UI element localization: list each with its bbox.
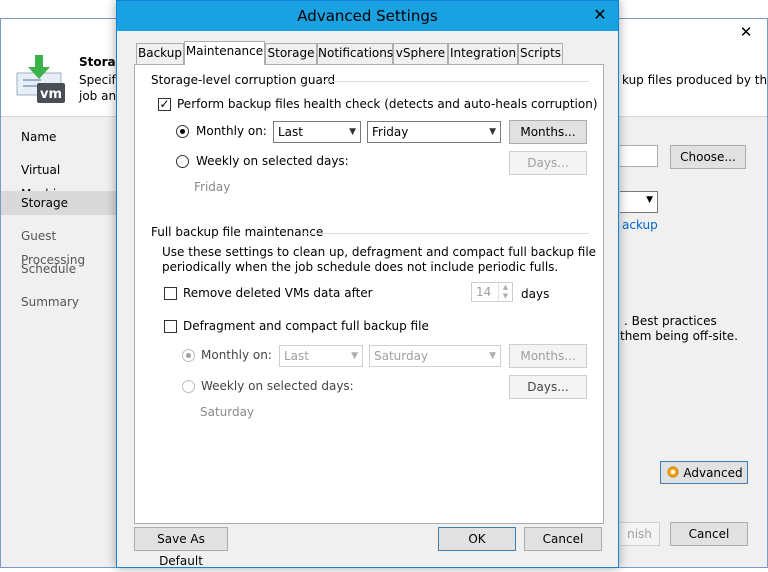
tab-storage[interactable]: Storage (265, 43, 317, 64)
tab-integration[interactable]: Integration (448, 43, 518, 64)
chevron-down-icon: ▼ (646, 195, 653, 205)
remove-deleted-vms-label: Remove deleted VMs data after (183, 286, 373, 300)
group-divider (323, 81, 589, 82)
chevron-down-icon: ▼ (351, 351, 358, 361)
wizard-cancel-button[interactable]: Cancel (670, 522, 748, 546)
maintenance-tab-panel: Storage-level corruption guard ✓ Perform… (134, 64, 604, 524)
full-backup-description: Use these settings to clean up, defragme… (162, 245, 597, 259)
dialog-titlebar: Advanced Settings ✕ (117, 1, 618, 31)
nav-step-summary[interactable]: Summary (1, 290, 119, 314)
map-backup-link[interactable]: ackup (622, 218, 658, 232)
repository-select[interactable]: ▼ (620, 191, 658, 213)
tab-maintenance[interactable]: Maintenance (184, 41, 265, 65)
nav-step-guest-processing[interactable]: Guest Processing (1, 224, 119, 267)
health-check-selected-days: Friday (194, 180, 231, 194)
health-check-weekly-label: Weekly on selected days: (196, 154, 349, 168)
health-check-weekly-radio[interactable] (176, 155, 189, 168)
health-check-week-select[interactable]: Last ▼ (273, 121, 361, 143)
chevron-down-icon: ▼ (489, 127, 496, 137)
remove-days-stepper[interactable]: 14 ▲ ▼ (471, 282, 513, 302)
wizard-close-button[interactable]: ✕ (729, 21, 763, 43)
dialog-title: Advanced Settings (297, 7, 438, 25)
defrag-weekly-radio[interactable] (182, 380, 195, 393)
dialog-body: Backup Maintenance Storage Notifications… (117, 31, 618, 568)
tab-notifications[interactable]: Notifications (317, 43, 393, 64)
nav-step-virtual-machines[interactable]: Virtual Machines (1, 158, 119, 201)
tab-backup[interactable]: Backup (136, 43, 184, 64)
ok-button[interactable]: OK (438, 527, 516, 551)
corruption-guard-heading: Storage-level corruption guard (151, 73, 336, 87)
wizard-step-description-tail: kup files produced by this (622, 73, 768, 87)
nav-step-name[interactable]: Name (1, 125, 119, 149)
full-backup-heading: Full backup file maintenance (151, 225, 324, 239)
svg-text:vm: vm (40, 87, 62, 102)
defrag-selected-days: Saturday (200, 405, 255, 419)
defrag-months-button[interactable]: Months... (509, 344, 587, 368)
repository-path-field[interactable] (620, 145, 658, 167)
advanced-settings-dialog: Advanced Settings ✕ Backup Maintenance S… (116, 0, 619, 568)
defrag-monthly-radio[interactable] (182, 349, 195, 362)
group-divider (303, 233, 589, 234)
dialog-close-button[interactable]: ✕ (582, 1, 618, 31)
finish-button[interactable]: nish (620, 522, 660, 546)
defragment-checkbox[interactable] (164, 320, 177, 333)
nav-step-storage[interactable]: Storage (1, 191, 119, 215)
save-as-default-button[interactable]: Save As Default (134, 527, 228, 568)
best-practices-note: . Best practices (624, 314, 717, 328)
health-check-day-value: Friday (372, 125, 409, 139)
vm-storage-icon: vm (13, 55, 69, 111)
tab-scripts[interactable]: Scripts (518, 43, 563, 64)
health-check-week-value: Last (278, 125, 303, 139)
defrag-weekly-label: Weekly on selected days: (201, 379, 354, 393)
stepper-up-icon[interactable]: ▲ (498, 283, 512, 292)
health-check-day-select[interactable]: Friday ▼ (367, 121, 501, 143)
remove-deleted-vms-checkbox[interactable] (164, 287, 177, 300)
best-practices-note-line2: them being off-site. (620, 329, 738, 343)
chevron-down-icon: ▼ (489, 351, 496, 361)
defrag-day-value: Saturday (374, 349, 429, 363)
full-backup-description-line2: periodically when the job schedule does … (162, 260, 559, 274)
wizard-steps-nav: Name Virtual Machines Storage Guest Proc… (1, 118, 119, 568)
health-check-monthly-radio[interactable] (176, 125, 189, 138)
defrag-week-value: Last (284, 349, 309, 363)
remove-days-value: 14 (476, 285, 492, 299)
defrag-monthly-label: Monthly on: (201, 348, 272, 362)
advanced-button[interactable]: Advanced (660, 461, 748, 484)
nav-step-schedule[interactable]: Schedule (1, 257, 119, 281)
stepper-down-icon[interactable]: ▼ (498, 292, 512, 301)
advanced-button-label: Advanced (683, 466, 743, 480)
health-check-monthly-label: Monthly on: (196, 124, 267, 138)
defrag-days-button[interactable]: Days... (509, 375, 587, 399)
health-check-days-button[interactable]: Days... (509, 151, 587, 175)
defragment-label: Defragment and compact full backup file (183, 319, 429, 333)
chevron-down-icon: ▼ (349, 127, 356, 137)
gear-icon (665, 464, 681, 480)
defrag-day-select[interactable]: Saturday ▼ (369, 345, 501, 367)
health-check-months-button[interactable]: Months... (509, 120, 587, 144)
defrag-week-select[interactable]: Last ▼ (279, 345, 363, 367)
days-unit-label: days (521, 287, 550, 301)
cancel-button[interactable]: Cancel (524, 527, 602, 551)
health-check-label: Perform backup files health check (detec… (177, 97, 598, 111)
tab-vsphere[interactable]: vSphere (393, 43, 448, 64)
choose-button[interactable]: Choose... (670, 145, 746, 169)
health-check-checkbox[interactable]: ✓ (158, 98, 171, 111)
